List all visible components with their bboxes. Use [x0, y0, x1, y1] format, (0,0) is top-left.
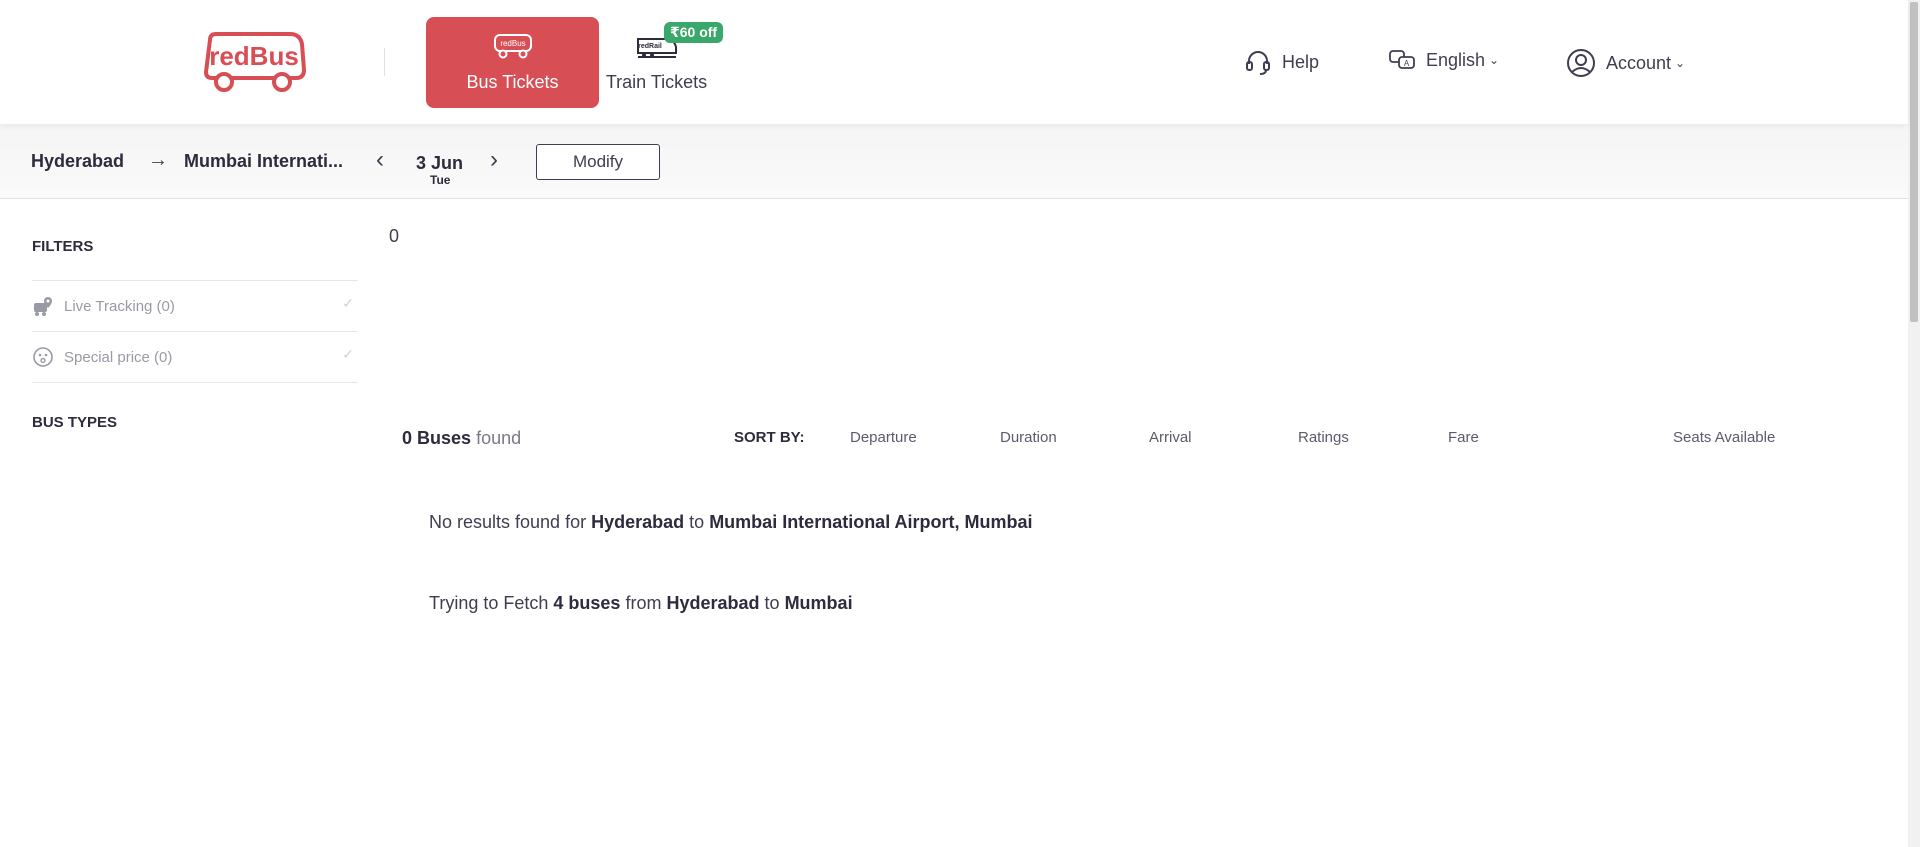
user-icon: [1566, 48, 1596, 78]
message-from-city: Hyderabad: [666, 593, 760, 613]
message-to-city: Mumbai International Airport, Mumbai: [709, 512, 1033, 532]
bus-types-title: BUS TYPES: [32, 414, 118, 431]
journey-day: Tue: [430, 173, 451, 187]
sort-seats-available[interactable]: Seats Available: [1673, 429, 1775, 446]
discount-badge: ₹60 off: [664, 22, 724, 43]
journey-date[interactable]: 3 Jun: [416, 153, 463, 174]
account-menu[interactable]: Account ⌄: [1566, 48, 1685, 78]
sort-fare[interactable]: Fare: [1448, 429, 1479, 446]
modify-button[interactable]: Modify: [536, 144, 660, 180]
bus-icon: redBus: [493, 33, 533, 64]
special-price-icon: [32, 346, 54, 368]
headset-icon: [1244, 48, 1272, 76]
language-label: English: [1426, 49, 1486, 70]
results-count: 0 Buses found: [402, 428, 521, 449]
check-icon: ✓: [342, 346, 354, 362]
svg-text:A: A: [1404, 59, 1410, 68]
redbus-logo[interactable]: redBus: [202, 30, 307, 94]
fetching-message: Trying to Fetch 4 buses from Hyderabad t…: [429, 593, 853, 614]
help-link[interactable]: Help: [1244, 48, 1319, 76]
destination-city[interactable]: Mumbai Internati...: [184, 151, 343, 172]
placeholder-count: 0: [389, 226, 400, 246]
sort-duration[interactable]: Duration: [1000, 429, 1057, 446]
next-date-icon[interactable]: ›: [490, 146, 498, 174]
filter-label: Live Tracking (0): [64, 297, 175, 315]
filter-special-price[interactable]: Special price (0) ✓: [32, 332, 358, 383]
filters-title: FILTERS: [32, 238, 94, 255]
no-results-message: No results found for Hyderabad to Mumbai…: [429, 512, 1033, 533]
message-text: to: [764, 593, 780, 613]
message-to-city: Mumbai: [784, 593, 853, 613]
message-text: to: [689, 512, 705, 532]
scrollbar-thumb[interactable]: [1910, 2, 1918, 322]
chevron-down-icon: ⌄: [1489, 53, 1500, 67]
language-selector[interactable]: A English ⌄: [1388, 48, 1499, 72]
sort-arrival[interactable]: Arrival: [1149, 429, 1192, 446]
results-suffix: found: [476, 428, 522, 448]
live-tracking-icon: [32, 295, 54, 317]
sort-by-label: SORT BY:: [734, 429, 805, 446]
previous-date-icon[interactable]: ‹: [376, 146, 384, 174]
message-text: No results found for: [429, 512, 587, 532]
filter-label: Special price (0): [64, 348, 173, 366]
sort-departure[interactable]: Departure: [850, 429, 917, 446]
message-text: Trying to Fetch: [429, 593, 549, 613]
svg-text:redRail: redRail: [638, 43, 662, 50]
header-divider: [384, 48, 385, 76]
message-text: from: [625, 593, 662, 613]
source-city[interactable]: Hyderabad: [31, 151, 124, 172]
message-from-city: Hyderabad: [591, 512, 685, 532]
chevron-down-icon: ⌄: [1675, 56, 1686, 70]
tab-label: Train Tickets: [605, 72, 708, 92]
svg-text:redBus: redBus: [500, 39, 525, 48]
account-label: Account: [1606, 52, 1672, 73]
bus-count: 0 Buses: [402, 428, 472, 448]
check-icon: ✓: [342, 295, 354, 311]
top-header: redBus redBus Bus Tickets redRail Train …: [0, 0, 1908, 124]
filter-live-tracking[interactable]: Live Tracking (0) ✓: [32, 281, 358, 332]
message-bus-count: 4 buses: [553, 593, 621, 613]
help-label: Help: [1282, 51, 1320, 72]
search-summary-bar: Hyderabad → Mumbai Internati... ‹ 3 Jun …: [0, 124, 1908, 199]
sort-ratings[interactable]: Ratings: [1298, 429, 1349, 446]
svg-text:redBus: redBus: [209, 41, 299, 71]
filter-list: Live Tracking (0) ✓ Special price (0) ✓: [32, 280, 358, 383]
arrow-right-icon: →: [148, 149, 168, 171]
language-icon: A: [1388, 48, 1416, 72]
